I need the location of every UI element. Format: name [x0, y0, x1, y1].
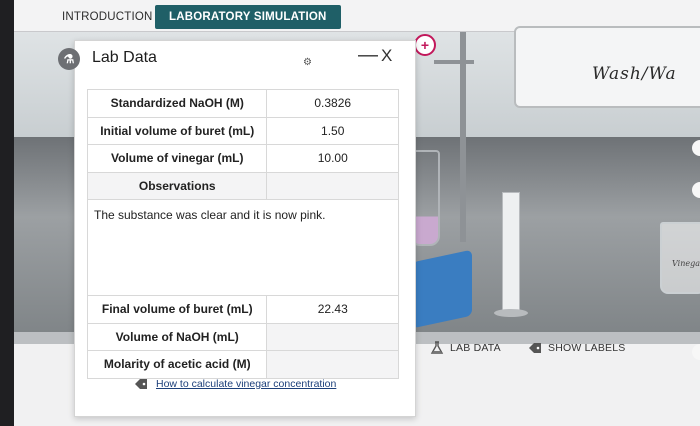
observations-spacer	[266, 171, 399, 200]
table-row: Observations	[86, 171, 399, 200]
gear-icon[interactable]: ⚙	[303, 57, 312, 68]
lab-data-table: Standardized NaOH (M) 0.3826 Initial vol…	[86, 89, 399, 379]
value-field[interactable]: 10.00	[266, 144, 399, 173]
table-row: Initial volume of buret (mL) 1.50	[86, 116, 399, 145]
table-row: Standardized NaOH (M) 0.3826	[86, 89, 399, 118]
wash-label: Wash/Wa	[592, 64, 677, 84]
observations-heading: Observations	[86, 171, 268, 200]
help-link[interactable]: How to calculate vinegar concentration	[134, 377, 336, 391]
lab-data-dialog: ⚙ Standardized NaOH (M) 0.3826 Initial v…	[74, 40, 416, 417]
value-field[interactable]	[266, 322, 399, 351]
lab-data-button[interactable]: LAB DATA	[430, 341, 501, 355]
stir-plate[interactable]	[412, 249, 472, 329]
show-labels-button[interactable]: SHOW LABELS	[528, 341, 625, 355]
value-field[interactable]: 1.50	[266, 116, 399, 145]
vinegar-beaker-label: Vinega	[672, 259, 700, 268]
minimize-button[interactable]: —	[358, 44, 378, 67]
row-label: Molarity of acetic acid (M)	[86, 350, 268, 379]
lab-data-label: LAB DATA	[450, 342, 501, 354]
close-button[interactable]: X	[381, 46, 392, 66]
value-field[interactable]: 22.43	[266, 295, 399, 324]
graduated-cylinder-base	[494, 309, 528, 317]
buret-clamp	[434, 60, 474, 64]
flask-icon: ⚗	[58, 48, 80, 70]
table-row: Final volume of buret (mL) 22.43	[86, 295, 399, 324]
table-row: Volume of NaOH (mL)	[86, 322, 399, 351]
value-field[interactable]: 0.3826	[266, 89, 399, 118]
dialog-title: Lab Data	[92, 49, 157, 66]
table-row: The substance was clear and it is now pi…	[87, 199, 399, 296]
vinegar-beaker[interactable]	[660, 222, 700, 294]
row-label: Standardized NaOH (M)	[86, 89, 268, 118]
row-label: Volume of NaOH (mL)	[86, 322, 268, 351]
zoom-in-icon[interactable]: +	[414, 34, 436, 56]
flask-icon	[430, 341, 444, 354]
graduated-cylinder[interactable]	[502, 192, 520, 312]
row-label: Volume of vinegar (mL)	[86, 144, 268, 173]
lab-simulation-screen: INTRODUCTION LABORATORY SIMULATION Wash/…	[14, 0, 700, 426]
tab-introduction[interactable]: INTRODUCTION	[48, 5, 167, 29]
show-labels-label: SHOW LABELS	[548, 342, 626, 354]
table-row: Molarity of acetic acid (M)	[86, 350, 399, 379]
value-field[interactable]	[266, 350, 399, 379]
row-label: Final volume of buret (mL)	[86, 295, 268, 324]
help-link-label: How to calculate vinegar concentration	[156, 378, 337, 390]
table-row: Volume of vinegar (mL) 10.00	[86, 144, 399, 173]
observations-text[interactable]: The substance was clear and it is now pi…	[87, 199, 399, 296]
row-label: Initial volume of buret (mL)	[86, 116, 268, 145]
chevron-tag-icon	[135, 379, 147, 389]
tag-icon	[529, 343, 541, 353]
tab-laboratory-simulation[interactable]: LABORATORY SIMULATION	[155, 5, 341, 29]
